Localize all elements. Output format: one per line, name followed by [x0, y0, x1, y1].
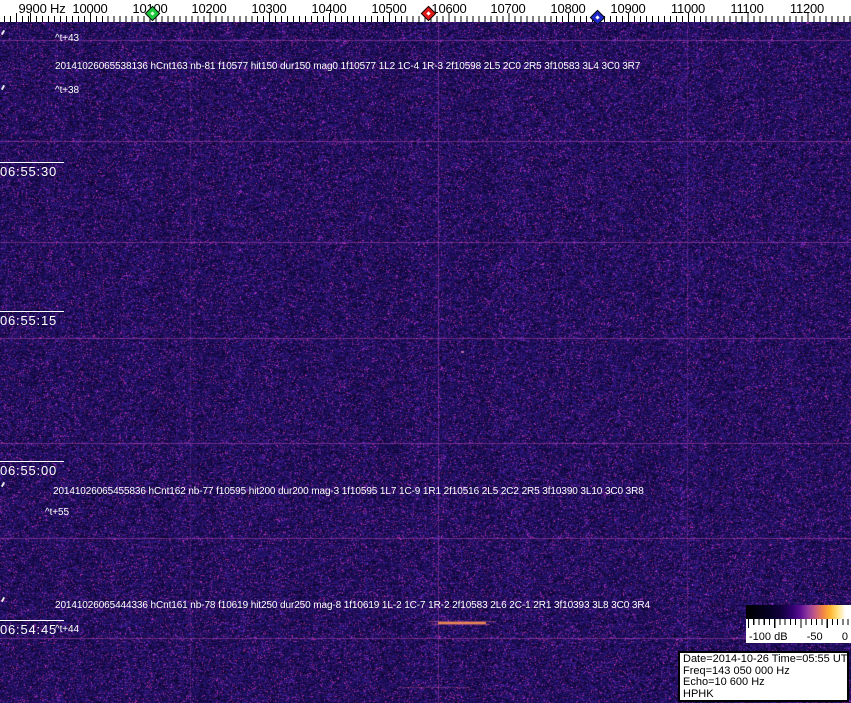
- freq-tick-label: 10500: [371, 1, 406, 16]
- info-echo-line: Echo=10 600 Hz: [683, 677, 847, 689]
- event-offset-tag: ^t+44: [55, 624, 79, 635]
- freq-tick-label: 10300: [251, 1, 286, 16]
- time-label: 06:55:00: [0, 461, 64, 478]
- info-station-line: HPHK: [683, 689, 847, 701]
- info-date-line: Date=2014-10-26 Time=05:55 UTC: [683, 654, 847, 666]
- frequency-axis: 9900 Hz100001010010200103001040010500106…: [0, 0, 851, 22]
- red-diamond-marker-center: [426, 11, 430, 15]
- colorbar-max-label: 0: [842, 631, 848, 643]
- freq-tick-label: 10000: [72, 1, 107, 16]
- colorbar-gradient: [746, 605, 851, 619]
- colorbar-min-label: -100 dB: [749, 631, 788, 643]
- freq-tick-label: 10800: [550, 1, 585, 16]
- event-offset-tag: ^t+43: [55, 33, 79, 44]
- event-record-line: 20141026065538136 hCnt163 nb-81 f10577 h…: [55, 61, 640, 72]
- freq-tick-label: 9900 Hz: [18, 1, 65, 16]
- colorbar-mid-label: -50: [807, 631, 823, 643]
- freq-tick-label: 11200: [790, 1, 824, 16]
- event-record-line: 20141026065455836 hCnt162 nb-77 f10595 h…: [53, 486, 644, 497]
- freq-tick-label: 10600: [431, 1, 466, 16]
- colorbar-major-ticks: [746, 619, 851, 628]
- colorbar-labels: -100 dB -50 0: [746, 631, 851, 643]
- green-diamond-marker-center: [150, 11, 154, 15]
- colorbar-ruler: [746, 619, 851, 631]
- event-offset-tag: ^t+55: [45, 507, 69, 518]
- event-record-line: 20141026065444336 hCnt161 nb-78 f10619 h…: [55, 600, 650, 611]
- event-offset-tag: ^t+38: [55, 85, 79, 96]
- info-box: Date=2014-10-26 Time=05:55 UTC Freq=143 …: [678, 651, 849, 702]
- meteor-spectrogram-screen: 9900 Hz100001010010200103001040010500106…: [0, 0, 851, 703]
- blue-diamond-marker-center: [595, 15, 599, 19]
- freq-tick-label: 11100: [730, 1, 763, 16]
- freq-tick-label: 10400: [311, 1, 346, 16]
- freq-tick-label: 10200: [191, 1, 226, 16]
- freq-tick-label: 10900: [610, 1, 645, 16]
- time-label: 06:55:30: [0, 162, 64, 179]
- freq-tick-label: 10700: [490, 1, 525, 16]
- freq-tick-label: 11000: [671, 1, 705, 16]
- time-label: 06:55:15: [0, 311, 64, 328]
